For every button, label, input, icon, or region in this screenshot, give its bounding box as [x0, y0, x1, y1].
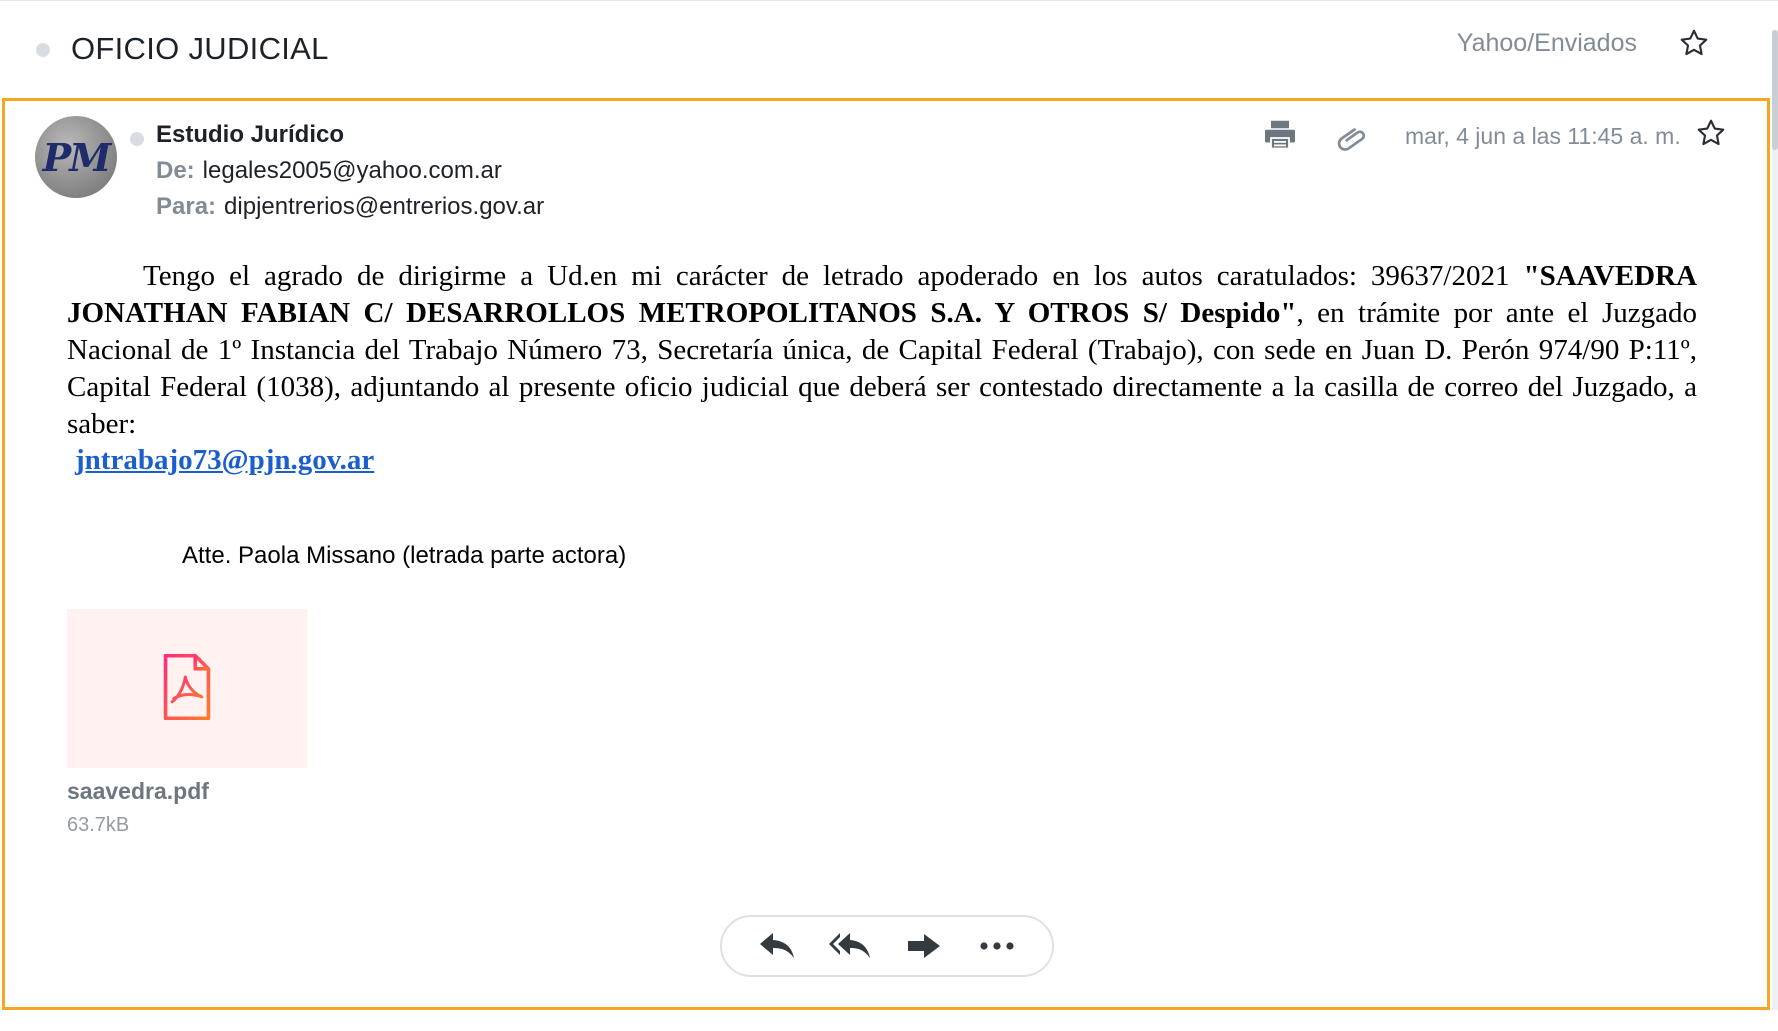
star-icon[interactable]	[1678, 27, 1710, 59]
from-address[interactable]: legales2005@yahoo.com.ar	[203, 157, 502, 184]
more-button[interactable]	[975, 924, 1019, 968]
folder-label[interactable]: Yahoo/Enviados	[1457, 29, 1637, 58]
forward-icon	[907, 934, 940, 958]
presence-dot	[130, 132, 144, 146]
scrollbar-thumb[interactable]	[1772, 30, 1778, 150]
message-card: PM Estudio Jurídico De: legales2005@yahoo…	[2, 98, 1770, 1010]
body-paragraph: Tengo el agrado de dirigirme a Ud.en mi …	[67, 258, 1697, 443]
to-address[interactable]: dipjentrerios@entrerios.gov.ar	[224, 193, 544, 220]
attachment-name[interactable]: saavedra.pdf	[67, 778, 209, 805]
reply-all-button[interactable]	[828, 924, 872, 968]
star-icon[interactable]	[1695, 117, 1727, 149]
court-email-link[interactable]: jntrabajo73@pjn.gov.ar	[75, 444, 374, 477]
message-body: Tengo el agrado de dirigirme a Ud.en mi …	[67, 258, 1697, 443]
to-line: Para: dipjentrerios@entrerios.gov.ar	[156, 193, 544, 221]
thread-unread-dot[interactable]	[36, 43, 50, 57]
reply-button[interactable]	[755, 924, 799, 968]
forward-button[interactable]	[902, 924, 946, 968]
message-date: mar, 4 jun a las 11:45 a. m.	[1405, 123, 1681, 149]
attachment-preview[interactable]	[67, 609, 307, 768]
body-text-start: Tengo el agrado de dirigirme a Ud.en mi …	[143, 260, 1510, 292]
attachment-size: 63.7kB	[67, 814, 130, 836]
reply-all-icon	[829, 933, 871, 958]
from-line: De: legales2005@yahoo.com.ar	[156, 157, 502, 185]
thread-title: OFICIO JUDICIAL	[71, 31, 329, 66]
signature: Atte. Paola Missano (letrada parte actor…	[182, 542, 627, 569]
thread-header: OFICIO JUDICIAL Yahoo/Enviados	[0, 0, 1778, 98]
avatar-initials: PM	[42, 134, 112, 180]
scrollbar-track[interactable]	[1772, 30, 1778, 1010]
sender-avatar[interactable]: PM	[35, 116, 117, 198]
to-label: Para:	[156, 193, 217, 220]
message-action-bar	[720, 915, 1054, 977]
print-icon[interactable]	[1262, 117, 1298, 153]
attachment-icon[interactable]	[1335, 121, 1371, 157]
from-label: De:	[156, 157, 195, 184]
more-icon	[980, 942, 1014, 950]
reply-icon	[759, 933, 794, 958]
sender-name[interactable]: Estudio Jurídico	[156, 121, 344, 149]
pdf-icon	[163, 654, 211, 720]
